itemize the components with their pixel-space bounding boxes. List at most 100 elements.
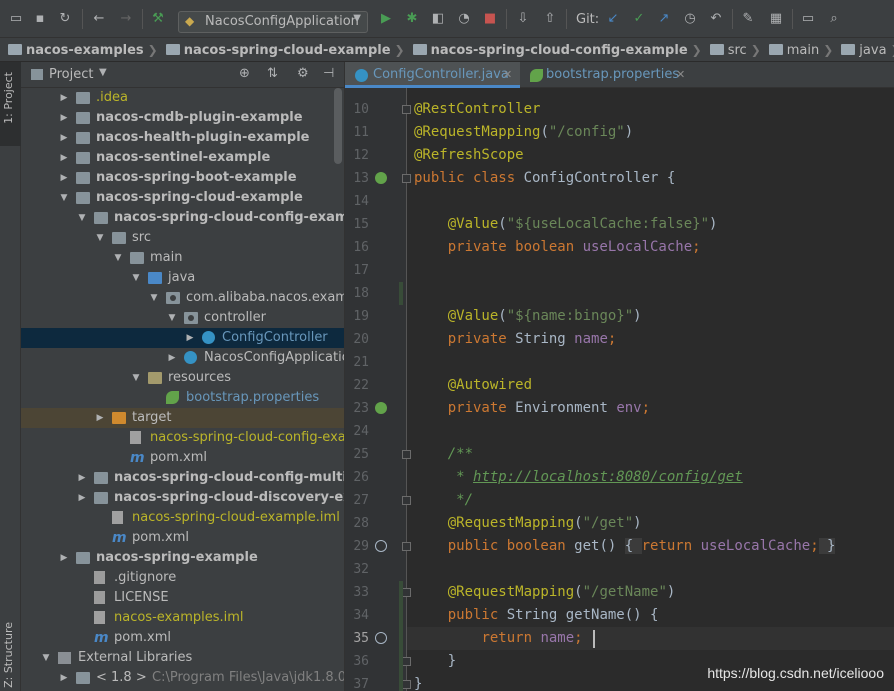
tree-item[interactable]: .gitignore (21, 568, 344, 588)
chevron-right-icon[interactable]: ▶ (166, 348, 178, 368)
chevron-right-icon[interactable]: ▶ (58, 128, 70, 148)
save-icon[interactable]: ▪ (32, 11, 48, 27)
tree-item[interactable]: ▶ nacos-spring-example (21, 548, 344, 568)
tree-item[interactable]: ▶ ConfigController (21, 328, 344, 348)
fold-marker-icon[interactable] (402, 657, 411, 666)
chevron-down-icon[interactable]: ▼ (40, 648, 52, 668)
tab-bootstrap-properties[interactable]: bootstrap.properties ✕ (520, 62, 690, 88)
gear-icon[interactable]: ⚙ (297, 66, 309, 81)
open-folder-icon[interactable]: ▭ (8, 11, 24, 27)
tree-item[interactable]: ▼ External Libraries (21, 648, 344, 668)
profile-icon[interactable]: ◔ (456, 11, 472, 27)
chevron-down-icon[interactable]: ▼ (148, 288, 160, 308)
tree-item[interactable]: ▼ nacos-spring-cloud-config-example (21, 208, 344, 228)
tree-item[interactable]: nacos-spring-cloud-example.iml (21, 508, 344, 528)
run-icon[interactable]: ▶ (378, 11, 394, 27)
tree-item[interactable]: ▶ nacos-spring-boot-example (21, 168, 344, 188)
collapse-all-icon[interactable]: ⇅ (267, 66, 278, 81)
tree-item[interactable]: ▶ NacosConfigApplication (21, 348, 344, 368)
fold-marker-icon[interactable] (402, 588, 411, 597)
terminal-icon[interactable]: ▭ (800, 11, 816, 27)
tree-item[interactable]: ▼ main (21, 248, 344, 268)
chevron-right-icon[interactable]: ▶ (76, 488, 88, 508)
spring-bean-gutter-icon[interactable] (375, 402, 387, 414)
tree-scrollbar[interactable] (334, 88, 342, 164)
code-editor[interactable]: 10 11 12 13 14 15 16 17 18 19 20 21 22 23 24 25 26 27 28 29… (345, 88, 894, 691)
chevron-right-icon[interactable]: ▶ (58, 548, 70, 568)
fold-marker-icon[interactable] (402, 680, 411, 689)
stop-icon[interactable]: ■ (482, 11, 498, 27)
hide-panel-icon[interactable]: ⊣ (323, 66, 334, 81)
debug-icon[interactable]: ✱ (404, 11, 420, 27)
chevron-right-icon[interactable]: ▶ (58, 88, 70, 108)
tree-item[interactable]: m pom.xml (21, 528, 344, 548)
run-configuration-dropdown[interactable]: ◆ NacosConfigApplication ▼ (178, 11, 368, 33)
structure-tool-tab[interactable]: Z: Structure (2, 622, 15, 688)
fold-marker-icon[interactable] (402, 542, 411, 551)
tree-item[interactable]: ▶ nacos-sentinel-example (21, 148, 344, 168)
breadcrumb-item[interactable]: nacos-examples ❯ (0, 38, 158, 61)
project-view-selector[interactable]: Project (49, 67, 93, 82)
fold-marker-icon[interactable] (402, 174, 411, 183)
tree-item[interactable]: m pom.xml (21, 448, 344, 468)
tree-item[interactable]: ▶ < 1.8 > C:\Program Files\Java\jdk1.8.0_1… (21, 668, 344, 688)
chevron-down-icon[interactable]: ▼ (130, 368, 142, 388)
fold-marker-icon[interactable] (402, 496, 411, 505)
chevron-down-icon[interactable]: ▼ (166, 308, 178, 328)
implemented-method-gutter-icon[interactable] (375, 540, 387, 552)
back-icon[interactable]: ← (91, 11, 107, 27)
tree-item[interactable]: LICENSE (21, 588, 344, 608)
chevron-down-icon[interactable]: ▼ (112, 248, 124, 268)
fold-marker-icon[interactable] (402, 105, 411, 114)
forward-icon[interactable]: → (118, 11, 134, 27)
close-icon[interactable]: ✕ (503, 62, 512, 88)
breadcrumb-item[interactable]: nacos-spring-cloud-config-example ❯ (405, 38, 702, 61)
commit-icon[interactable]: ⇧ (542, 11, 558, 27)
chevron-right-icon[interactable]: ▶ (94, 408, 106, 428)
rollback-icon[interactable]: ↶ (708, 11, 724, 27)
tree-item[interactable]: ▼ src (21, 228, 344, 248)
git-push-icon[interactable]: ↗ (656, 11, 672, 27)
locate-target-icon[interactable]: ⊕ (239, 66, 250, 81)
tree-item[interactable]: ▼ controller (21, 308, 344, 328)
tree-item[interactable]: ▼ java (21, 268, 344, 288)
breadcrumb-item[interactable]: main ❯ (761, 38, 833, 61)
tree-item[interactable]: ▶ target (21, 408, 344, 428)
chevron-down-icon[interactable]: ▼ (99, 67, 107, 78)
chevron-down-icon[interactable]: ▼ (130, 268, 142, 288)
close-icon[interactable]: ✕ (676, 62, 685, 88)
git-commit-icon[interactable]: ✓ (631, 11, 647, 27)
breadcrumb-item[interactable]: nacos-spring-cloud-example ❯ (158, 38, 405, 61)
coverage-icon[interactable]: ◧ (430, 11, 446, 27)
chevron-right-icon[interactable]: ▶ (58, 148, 70, 168)
tree-item[interactable]: nacos-examples.iml (21, 608, 344, 628)
breadcrumb-item[interactable]: java ❯ (833, 38, 894, 61)
tree-item[interactable]: ▼ nacos-spring-cloud-example (21, 188, 344, 208)
tree-item[interactable]: bootstrap.properties (21, 388, 344, 408)
tree-item[interactable]: ▼ com.alibaba.nacos.example.sp (21, 288, 344, 308)
tree-item[interactable]: nacos-spring-cloud-config-example.iml (21, 428, 344, 448)
chevron-right-icon[interactable]: ▶ (58, 668, 70, 688)
tree-item[interactable]: ▶ nacos-health-plugin-example (21, 128, 344, 148)
history-icon[interactable]: ◷ (682, 11, 698, 27)
breadcrumb-item[interactable]: src ❯ (702, 38, 761, 61)
tab-configcontroller[interactable]: ConfigController.java ✕ (345, 62, 520, 88)
chevron-right-icon[interactable]: ▶ (76, 468, 88, 488)
tree-item[interactable]: m pom.xml (21, 628, 344, 648)
search-everywhere-icon[interactable]: ⌕ (826, 11, 842, 27)
project-structure-icon[interactable]: ▦ (768, 11, 784, 27)
fold-marker-icon[interactable] (402, 450, 411, 459)
spring-bean-gutter-icon[interactable] (375, 172, 387, 184)
chevron-down-icon[interactable]: ▼ (58, 188, 70, 208)
tree-item[interactable]: ▶ nacos-cmdb-plugin-example (21, 108, 344, 128)
git-update-icon[interactable]: ↙ (605, 11, 621, 27)
tree-item[interactable]: ▼ resources (21, 368, 344, 388)
chevron-right-icon[interactable]: ▶ (58, 108, 70, 128)
project-tool-tab[interactable]: 1: Project (2, 72, 15, 124)
chevron-right-icon[interactable]: ▶ (184, 328, 196, 348)
chevron-down-icon[interactable]: ▼ (94, 228, 106, 248)
tree-item[interactable]: ▶ .idea (21, 88, 344, 108)
tree-item[interactable]: ▶ nacos-spring-cloud-config-multi-data-id (21, 468, 344, 488)
tree-item[interactable]: ▶ nacos-spring-cloud-discovery-example (21, 488, 344, 508)
chevron-right-icon[interactable]: ▶ (58, 168, 70, 188)
